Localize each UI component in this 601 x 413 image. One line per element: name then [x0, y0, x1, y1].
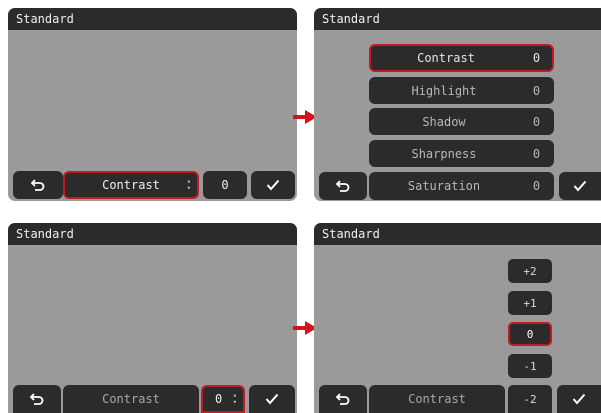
panel-2-screen: Standard Contrast 0 Highlight 0 Shadow 0…	[314, 8, 601, 201]
panel-2-back-button[interactable]	[319, 172, 367, 200]
panel-1-title: Standard	[8, 8, 297, 30]
panel-1-confirm-button[interactable]	[251, 171, 295, 199]
back-arrow-icon	[30, 179, 45, 191]
panel-1-back-button[interactable]	[13, 171, 63, 199]
checkmark-icon	[572, 393, 586, 405]
menu-item-shadow[interactable]: Shadow 0	[369, 108, 554, 135]
menu-item-highlight[interactable]: Highlight 0	[369, 77, 554, 104]
menu-item-sharpness[interactable]: Sharpness 0	[369, 140, 554, 167]
panel-2-confirm-button[interactable]	[559, 172, 601, 200]
scale-value: -1	[523, 359, 537, 373]
scale-option-plus-1[interactable]: +1	[508, 291, 552, 315]
panel-3-contrast-selector[interactable]: Contrast	[63, 385, 199, 413]
menu-item-label: Contrast	[417, 51, 475, 65]
scale-value: +2	[523, 264, 537, 278]
panel-4-contrast-selector[interactable]: Contrast	[369, 385, 505, 413]
panel-3-value-stepper[interactable]: 0 ▴ ▾	[201, 385, 245, 413]
menu-item-label: Sharpness	[411, 146, 477, 161]
panel-4-screen: Standard +2 +1 0 -1 Contrast -2	[314, 223, 601, 413]
up-down-chevron-icon: ▴ ▾	[186, 177, 191, 192]
menu-item-label: Shadow	[422, 114, 466, 129]
back-arrow-icon	[335, 180, 350, 192]
scale-value: +1	[523, 296, 537, 310]
menu-item-label: Highlight	[411, 83, 477, 98]
scale-option-minus-1[interactable]: -1	[508, 354, 552, 378]
scale-option-minus-2[interactable]: -2	[508, 385, 552, 413]
panel-3-selector-label: Contrast	[102, 392, 160, 406]
panel-1-selector-label: Contrast	[102, 178, 160, 192]
panel-1-value-button[interactable]: 0	[203, 171, 247, 199]
menu-item-saturation[interactable]: Saturation 0	[369, 172, 554, 200]
panel-3-confirm-button[interactable]	[249, 385, 295, 413]
panel-1-screen: Standard Contrast ▴ ▾ 0	[8, 8, 297, 201]
panel-3-value: 0	[215, 392, 223, 406]
panel-1-value: 0	[221, 178, 229, 192]
checkmark-icon	[573, 180, 587, 192]
scale-option-plus-2[interactable]: +2	[508, 259, 552, 283]
menu-item-value: 0	[532, 51, 541, 65]
panel-1-contrast-selector[interactable]: Contrast ▴ ▾	[63, 171, 199, 199]
up-down-chevron-icon: ▴ ▾	[232, 391, 237, 406]
panel-4-selector-label: Contrast	[408, 392, 466, 406]
scale-value: 0	[526, 327, 534, 341]
panel-4-title: Standard	[314, 223, 601, 245]
panel-3-back-button[interactable]	[13, 385, 61, 413]
menu-item-value: 0	[532, 146, 541, 161]
panel-4-back-button[interactable]	[319, 385, 367, 413]
panel-3-title: Standard	[8, 223, 297, 245]
panel-4-confirm-button[interactable]	[557, 385, 601, 413]
back-arrow-icon	[335, 393, 350, 405]
scale-value: -2	[523, 392, 537, 406]
menu-item-value: 0	[532, 83, 541, 98]
back-arrow-icon	[29, 393, 44, 405]
menu-item-value: 0	[532, 114, 541, 129]
panel-3-screen: Standard Contrast 0 ▴ ▾	[8, 223, 297, 413]
menu-item-label: Saturation	[407, 179, 481, 193]
checkmark-icon	[266, 179, 280, 191]
panel-2-title: Standard	[314, 8, 601, 30]
menu-item-contrast[interactable]: Contrast 0	[369, 44, 554, 72]
checkmark-icon	[265, 393, 279, 405]
scale-option-zero[interactable]: 0	[508, 322, 552, 346]
menu-item-value: 0	[532, 179, 541, 193]
